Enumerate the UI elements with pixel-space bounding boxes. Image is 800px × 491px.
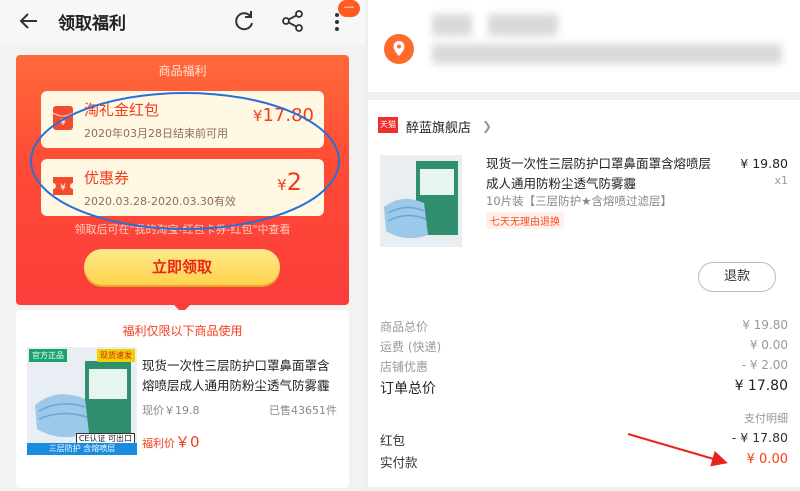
- right-panel: 天猫 醉蓝旗舰店 ❯ 现货一次性三层防护口罩鼻面罩含熔喷层成人通用防粉尘透气防雾…: [366, 0, 800, 491]
- address-card[interactable]: [368, 0, 800, 92]
- item-price: ¥ 19.80: [740, 156, 788, 171]
- location-pin-icon: [384, 34, 414, 64]
- payment-detail-link[interactable]: 支付明细: [744, 410, 788, 426]
- summary-label: 订单总价: [380, 381, 436, 397]
- summary-value: ¥ 17.80: [734, 378, 788, 394]
- item-image[interactable]: [380, 155, 462, 247]
- refresh-icon[interactable]: [231, 8, 257, 34]
- sold-count: 已售43651件: [269, 404, 337, 417]
- shop-name[interactable]: 醉蓝旗舰店: [406, 117, 471, 136]
- redacted-address-line: [432, 14, 472, 36]
- welfare-price: 福利价￥0: [142, 431, 200, 452]
- banner-title: 商品福利: [158, 64, 207, 78]
- eligible-product-card[interactable]: 福利仅限以下商品使用 官方正品 现货速发 CE认证 可出口 三层防护 含熔喷层 …: [16, 310, 349, 488]
- red-packet-label: 红包: [380, 433, 406, 448]
- item-quantity: x1: [774, 174, 788, 187]
- summary-value: ¥ 0.00: [749, 338, 788, 352]
- item-title[interactable]: 现货一次性三层防护口罩鼻面罩含熔喷层成人通用防粉尘透气防雾霾: [486, 154, 716, 194]
- summary-value: ¥ 19.80: [742, 318, 788, 332]
- share-icon[interactable]: [280, 8, 306, 34]
- refund-button[interactable]: 退款: [698, 262, 776, 292]
- summary-value: - ¥ 2.00: [741, 358, 788, 372]
- welfare-label: 福利价: [142, 437, 175, 450]
- paid-value: ¥ 0.00: [746, 452, 788, 467]
- welfare-value: ￥0: [175, 433, 200, 451]
- page-title: 领取福利: [58, 14, 126, 34]
- product-section-header: 福利仅限以下商品使用: [122, 324, 243, 338]
- left-panel: 领取福利 — 商品福利 ¥ 淘礼金红包 2020年03月28日结束前可用 ¥17…: [0, 0, 365, 491]
- product-title[interactable]: 现货一次性三层防护口罩鼻面罩含熔喷层成人通用防粉尘透气防雾霾: [142, 356, 340, 396]
- redacted-address-line: [488, 14, 558, 36]
- summary-label: 店铺优惠: [380, 360, 429, 374]
- top-bar: 领取福利 —: [0, 0, 365, 44]
- stock-badge: 现货速发: [97, 349, 135, 362]
- chevron-right-icon[interactable]: ❯: [482, 119, 492, 133]
- tmall-icon: 天猫: [378, 117, 398, 133]
- red-packet-value: - ¥ 17.80: [731, 430, 788, 445]
- order-card: 天猫 醉蓝旗舰店 ❯ 现货一次性三层防护口罩鼻面罩含熔喷层成人通用防粉尘透气防雾…: [368, 100, 800, 487]
- return-policy-tag: 七天无理由退换: [486, 212, 564, 229]
- paid-label: 实付款: [380, 455, 418, 470]
- claim-button[interactable]: 立即领取: [84, 249, 280, 285]
- current-price: 现价￥19.8: [142, 404, 200, 417]
- item-spec: 10片装【三层防护★含熔喷过滤层】: [486, 194, 672, 208]
- mask-product-illustration: [384, 161, 458, 239]
- summary-label: 运费 (快递): [380, 340, 442, 354]
- protection-badge: 三层防护 含熔喷层: [27, 443, 137, 455]
- annotation-arrow: [627, 433, 728, 467]
- back-arrow-icon[interactable]: [16, 8, 42, 34]
- summary-label: 商品总价: [380, 320, 429, 334]
- product-image: 官方正品 现货速发 CE认证 可出口 三层防护 含熔喷层: [27, 347, 137, 455]
- official-badge: 官方正品: [29, 349, 67, 362]
- notification-badge: —: [338, 0, 360, 17]
- highlight-ellipse: [30, 92, 340, 230]
- redacted-address-line: [432, 44, 782, 64]
